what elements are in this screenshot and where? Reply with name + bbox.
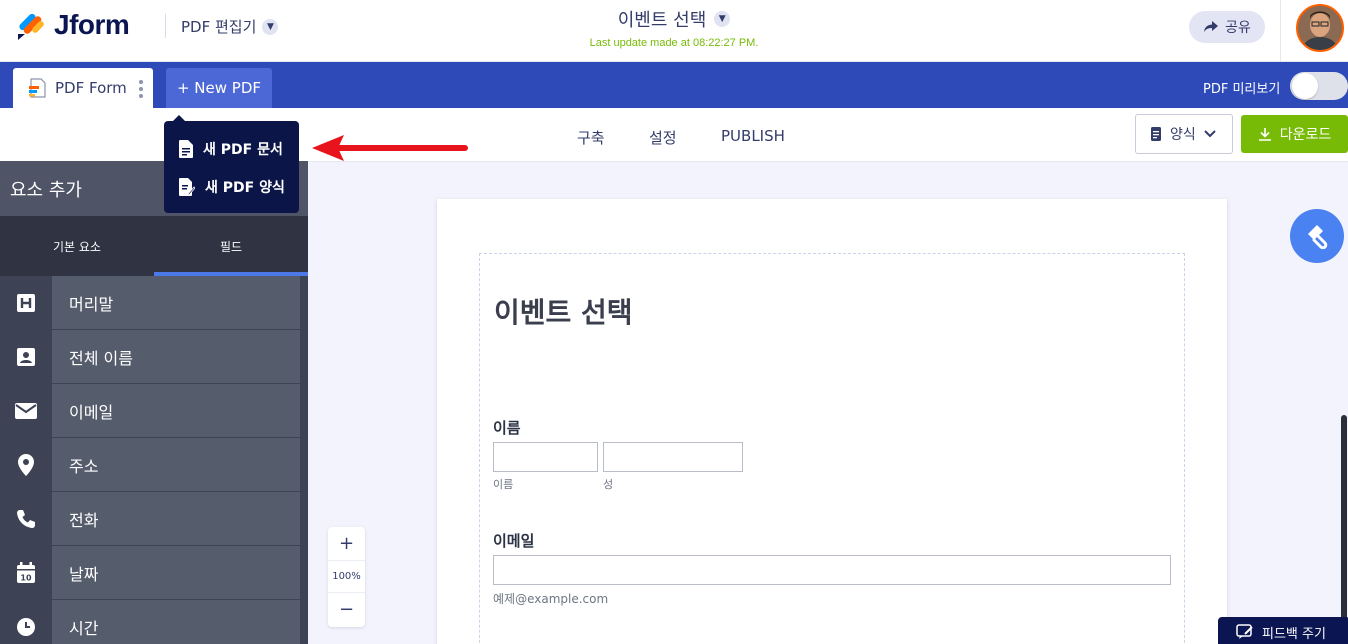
email-field-label: 이메일: [493, 532, 535, 550]
download-button[interactable]: 다운로드: [1241, 115, 1348, 153]
pdf-preview-toggle[interactable]: [1290, 72, 1348, 100]
pdf-document-icon: [29, 78, 46, 98]
download-label: 다운로드: [1279, 127, 1332, 143]
new-pdf-form-option[interactable]: 새 PDF 양식: [164, 168, 299, 206]
element-list: 머리말 전체 이름 이메일 주소 전화 10 날짜 시간: [0, 276, 308, 644]
chevron-down-icon: [1204, 130, 1216, 138]
last-name-sublabel: 성: [603, 478, 614, 491]
new-pdf-form-label: 새 PDF 양식: [205, 180, 285, 196]
share-label: 공유: [1225, 20, 1251, 36]
tab-fields[interactable]: 필드: [154, 216, 308, 276]
calendar-icon: 10: [0, 546, 52, 600]
new-pdf-document-label: 새 PDF 문서: [203, 142, 283, 158]
last-name-input[interactable]: [603, 442, 743, 472]
feedback-label: 피드백 주기: [1262, 626, 1326, 642]
new-pdf-document-option[interactable]: 새 PDF 문서: [164, 130, 299, 168]
sidebar-tabs: 기본 요소 필드: [0, 216, 308, 276]
form-doc-icon: [1151, 127, 1161, 141]
feedback-button[interactable]: 피드백 주기: [1218, 617, 1348, 644]
zoom-level: 100%: [328, 560, 365, 593]
sidebar-item-label: 머리말: [52, 276, 300, 329]
feedback-edit-icon: [1236, 624, 1253, 639]
header-separator: [1280, 0, 1281, 62]
phone-icon: [0, 492, 52, 546]
share-button[interactable]: 공유: [1189, 11, 1265, 43]
tab-settings[interactable]: 설정: [649, 127, 677, 148]
share-arrow-icon: [1204, 21, 1219, 32]
form-title[interactable]: 이벤트 선택 ▼: [618, 6, 731, 32]
zoom-controls: + 100% −: [328, 527, 365, 627]
form-title-block: 이벤트 선택 ▼ Last update made at 08:22:27 PM…: [0, 6, 1348, 49]
last-update-text: Last update made at 08:22:27 PM.: [589, 37, 759, 49]
form-select-dropdown[interactable]: 양식: [1135, 114, 1233, 154]
sidebar-item-address[interactable]: 주소: [0, 438, 308, 492]
map-pin-icon: [0, 438, 52, 492]
first-name-sublabel: 이름: [493, 478, 514, 491]
sidebar-item-label: 이메일: [52, 384, 300, 437]
sidebar-item-full-name[interactable]: 전체 이름: [0, 330, 308, 384]
pdf-preview-label: PDF 미리보기: [1203, 82, 1281, 97]
form-heading[interactable]: 이벤트 선택: [494, 291, 633, 331]
sidebar-item-email[interactable]: 이메일: [0, 384, 308, 438]
pdf-page: 이벤트 선택 이름 이름 성 이메일 예제@example.com: [437, 199, 1227, 644]
sidebar-item-label: 전화: [52, 492, 300, 545]
clock-icon: [0, 600, 52, 644]
tab-build[interactable]: 구축: [577, 127, 605, 148]
form-select-label: 양식: [1170, 127, 1196, 143]
tab-publish[interactable]: PUBLISH: [721, 127, 785, 145]
chevron-down-icon: ▼: [714, 11, 731, 27]
tab-pdf-form[interactable]: PDF Form: [13, 68, 153, 108]
form-designer-button[interactable]: [1290, 209, 1344, 263]
paint-roller-icon: [1308, 225, 1328, 249]
sidebar-item-label: 전체 이름: [52, 330, 300, 383]
top-header: Jform PDF 편집기 ▼ 이벤트 선택 ▼ Last update mad…: [0, 0, 1348, 62]
email-sublabel: 예제@example.com: [493, 592, 609, 606]
new-pdf-dropdown: 새 PDF 문서 새 PDF 양식: [164, 115, 299, 213]
zoom-in-button[interactable]: +: [328, 527, 365, 560]
sidebar-item-label: 날짜: [52, 546, 300, 599]
name-field-label: 이름: [493, 419, 521, 437]
user-card-icon: [0, 330, 52, 384]
avatar[interactable]: [1296, 4, 1344, 52]
heading-icon: [0, 276, 52, 330]
add-element-sidebar: 요소 추가 기본 요소 필드 머리말 전체 이름 이메일 주소 전화 10 날짜…: [0, 161, 308, 644]
sidebar-item-phone[interactable]: 전화: [0, 492, 308, 546]
sidebar-item-date[interactable]: 10 날짜: [0, 546, 308, 600]
tab-pdf-form-label: PDF Form: [55, 79, 127, 97]
sidebar-item-time[interactable]: 시간: [0, 600, 308, 644]
annotation-arrow-icon: [312, 135, 468, 161]
email-input[interactable]: [493, 555, 1171, 585]
sidebar-item-heading[interactable]: 머리말: [0, 276, 308, 330]
sidebar-item-label: 주소: [52, 438, 300, 491]
document-icon: [179, 140, 193, 158]
envelope-icon: [0, 384, 52, 438]
sidebar-scrollbar[interactable]: [300, 276, 308, 644]
nav-bar: PDF Form + New PDF PDF 미리보기: [0, 62, 1348, 108]
zoom-out-button[interactable]: −: [328, 593, 365, 626]
download-icon: [1258, 128, 1271, 141]
tab-basic-elements[interactable]: 기본 요소: [0, 216, 154, 276]
svg-text:10: 10: [20, 574, 32, 583]
form-edit-icon: [179, 178, 195, 196]
first-name-input[interactable]: [493, 442, 598, 472]
sidebar-scroll-thumb[interactable]: [1341, 415, 1347, 644]
tab-options-icon[interactable]: [139, 80, 143, 98]
form-title-text: 이벤트 선택: [617, 10, 707, 31]
sidebar-item-label: 시간: [52, 600, 300, 644]
toggle-knob: [1292, 73, 1318, 99]
user-avatar-icon: [1298, 6, 1342, 50]
new-pdf-button[interactable]: + New PDF: [166, 68, 272, 108]
